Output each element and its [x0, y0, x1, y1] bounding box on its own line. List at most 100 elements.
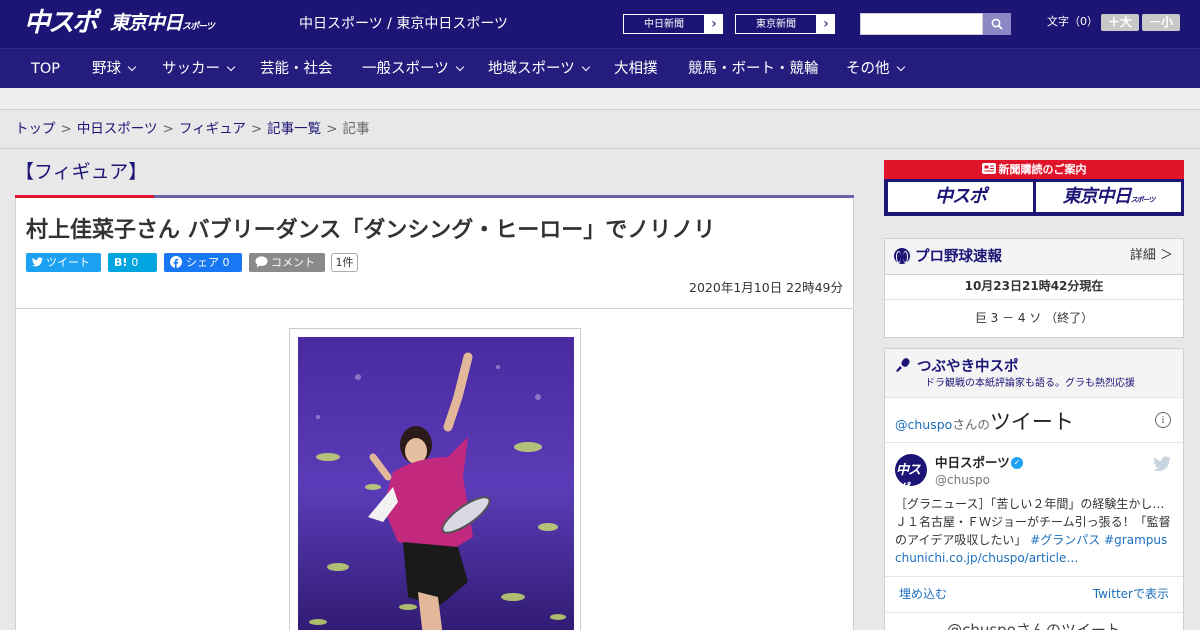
- nav-label: TOP: [31, 61, 61, 77]
- nav-item-baseball[interactable]: 野球: [92, 49, 137, 89]
- nav-label: 競馬・ボート・競輪: [688, 61, 819, 77]
- divider: [885, 576, 1183, 577]
- hatena-count: 0: [131, 256, 139, 269]
- game-result[interactable]: 巨 3 － 4 ソ （終了）: [885, 309, 1183, 327]
- breadcrumb-separator: >: [162, 121, 174, 137]
- chevron-down-icon: [127, 62, 137, 72]
- search-icon: [991, 18, 1003, 30]
- nav-item-general-sports[interactable]: 一般スポーツ: [362, 49, 464, 89]
- timeline-heading: @chuspoさんのツイート: [895, 406, 1074, 436]
- info-icon[interactable]: i: [1155, 412, 1171, 428]
- chunichi-shimbun-label: 中日新聞: [623, 14, 705, 34]
- more-tweets-link[interactable]: @chuspoさんのツイート: [885, 620, 1183, 630]
- breadcrumb-separator: >: [326, 121, 338, 137]
- comment-button[interactable]: コメント: [249, 253, 325, 272]
- twitter-bird-icon[interactable]: [1153, 456, 1171, 472]
- comment-count-badge: 1件: [331, 253, 358, 272]
- divider: [885, 612, 1183, 613]
- twitter-widget: つぶやき中スポ ドラ観戦の本紙評論家も語る。グラも熱烈応援 @chuspoさんの…: [884, 348, 1184, 630]
- article-photo[interactable]: [298, 337, 574, 630]
- breadcrumb-separator: >: [250, 121, 263, 137]
- tokyo-shimbun-link[interactable]: 東京新聞 ›: [734, 13, 836, 35]
- font-size-smaller-button[interactable]: －小: [1142, 14, 1180, 31]
- font-size-label: 文字（0）: [1047, 15, 1098, 28]
- breadcrumb-top[interactable]: トップ: [15, 121, 56, 137]
- nav-label: 一般スポーツ: [362, 61, 449, 77]
- subscription-tokyo-chunichi-text: 東京中日: [1062, 186, 1132, 207]
- nav-item-other[interactable]: その他: [846, 49, 905, 89]
- tweet-button[interactable]: ツイート: [26, 253, 101, 272]
- nav-label: 野球: [92, 61, 121, 77]
- tweet-label: ツイート: [46, 256, 90, 269]
- tokyo-chunichi-logo-small: スポーツ: [182, 22, 215, 32]
- subscription-banner[interactable]: 新聞購読のご案内 中スポ 東京中日スポーツ: [884, 160, 1184, 216]
- tweet-hashtag[interactable]: #grampus: [1104, 533, 1167, 547]
- twitter-widget-subtitle: ドラ観戦の本紙評論家も語る。グラも熱烈応援: [925, 378, 1135, 389]
- tokyo-chunichi-logo[interactable]: 東京中日スポーツ: [110, 10, 215, 40]
- breadcrumb-chuspo[interactable]: 中日スポーツ: [77, 121, 158, 137]
- nav-item-soccer[interactable]: サッカー: [162, 49, 236, 89]
- nav-item-top[interactable]: TOP: [31, 49, 60, 89]
- microphone-icon: [896, 358, 910, 372]
- newspaper-icon: [981, 163, 996, 174]
- divider: [885, 299, 1183, 300]
- chevron-down-icon: [455, 62, 464, 72]
- nav-label: 芸能・社会: [260, 61, 333, 77]
- baseball-icon: [894, 248, 910, 264]
- comment-bubble-icon: [255, 256, 268, 268]
- publish-date: 2020年1月10日 22時49分: [689, 280, 843, 295]
- tokyo-chunichi-logo-text: 東京中日: [110, 12, 183, 34]
- font-size-larger-button[interactable]: ＋大: [1101, 14, 1139, 31]
- article-container: 村上佳菜子さん バブリーダンス「ダンシング・ヒーロー」でノリノリ ツイート B!…: [15, 198, 854, 630]
- site-title[interactable]: 中日スポーツ / 東京中日スポーツ: [299, 14, 508, 34]
- timeline-heading-word: ツイート: [989, 410, 1074, 434]
- view-on-twitter-link[interactable]: Twitterで表示: [1093, 586, 1169, 602]
- chevron-down-icon: [896, 62, 905, 72]
- score-widget-header: プロ野球速報 詳細 ＞: [885, 239, 1183, 275]
- avatar[interactable]: 中スポ: [895, 454, 927, 486]
- tweet-link[interactable]: chunichi.co.jp/chuspo/article…: [895, 551, 1078, 565]
- nav-label: サッカー: [162, 61, 220, 77]
- article-photo-frame: [289, 328, 581, 630]
- facebook-count: 0: [222, 256, 230, 269]
- nav-item-regional-sports[interactable]: 地域スポーツ: [488, 49, 590, 89]
- breadcrumb-separator: >: [60, 121, 72, 137]
- comment-label: コメント: [271, 256, 315, 269]
- divider: [885, 442, 1183, 443]
- verified-badge-icon: ✓: [1011, 457, 1023, 469]
- facebook-icon: [170, 256, 182, 268]
- tweet-author-name[interactable]: 中日スポーツ: [935, 455, 1010, 471]
- search-button[interactable]: [983, 13, 1011, 35]
- nav-item-sumo[interactable]: 大相撲: [614, 49, 658, 89]
- chuspo-logo[interactable]: 中スポ: [24, 8, 98, 38]
- nav-item-entertainment[interactable]: 芸能・社会: [260, 49, 333, 89]
- chunichi-shimbun-link[interactable]: 中日新聞 ›: [622, 13, 724, 35]
- facebook-share-button[interactable]: シェア 0: [164, 253, 242, 272]
- timeline-handle[interactable]: @chuspo: [895, 417, 952, 432]
- breadcrumb: トップ > 中日スポーツ > フィギュア > 記事一覧 > 記事: [15, 120, 369, 138]
- nav-item-racing[interactable]: 競馬・ボート・競輪: [688, 49, 819, 89]
- subscription-heading-text: 新聞購読のご案内: [998, 163, 1087, 176]
- tweet-body: ［グラニュース］「苦しい２年間」の経験生かし… Ｊ１名古屋・ＦＷジョーがチーム引…: [895, 495, 1175, 567]
- article-headline: 村上佳菜子さん バブリーダンス「ダンシング・ヒーロー」でノリノリ: [26, 218, 716, 243]
- twitter-widget-title: つぶやき中スポ: [917, 359, 1019, 375]
- embed-link[interactable]: 埋め込む: [899, 586, 947, 602]
- chevron-right-icon: ›: [711, 16, 717, 32]
- avatar-text: 中スポ: [896, 463, 921, 486]
- score-detail-link[interactable]: 詳細 ＞: [1130, 247, 1173, 265]
- baseball-score-widget: プロ野球速報 詳細 ＞ 10月23日21時42分現在 巨 3 － 4 ソ （終了…: [884, 238, 1184, 338]
- chevron-down-icon: [581, 62, 590, 72]
- breadcrumb-article-list[interactable]: 記事一覧: [267, 121, 321, 137]
- hatena-bookmark-button[interactable]: B! 0: [108, 253, 157, 272]
- twitter-bird-icon: [32, 257, 43, 267]
- tweet-hashtag[interactable]: #グランパス: [1030, 533, 1100, 547]
- tweet-author-handle[interactable]: @chuspo: [935, 472, 990, 488]
- chevron-down-icon: [226, 62, 236, 72]
- hatena-icon: B!: [114, 256, 128, 269]
- breadcrumb-figure[interactable]: フィギュア: [179, 121, 246, 137]
- subscription-tokyo-chunichi-logo[interactable]: 東京中日スポーツ: [1036, 182, 1181, 212]
- subscription-chuspo-logo[interactable]: 中スポ: [888, 182, 1033, 212]
- score-updated-time: 10月23日21時42分現在: [964, 279, 1104, 293]
- tweet-timeline: @chuspoさんのツイート i 中スポ 中日スポーツ ✓ @chuspo ［グ…: [885, 397, 1183, 630]
- search-input[interactable]: [860, 13, 983, 35]
